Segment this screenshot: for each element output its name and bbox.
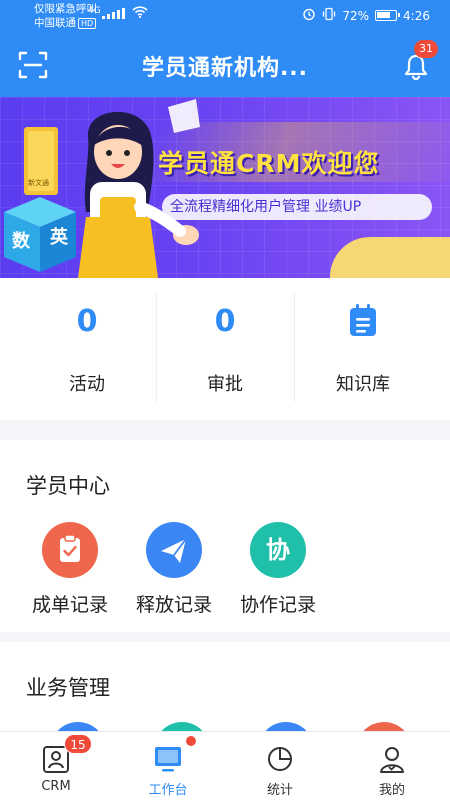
tab-mine[interactable]: 我的: [336, 732, 448, 800]
deal-records-button[interactable]: 成单记录: [18, 522, 122, 617]
collab-records-button[interactable]: 协 协作记录: [226, 522, 330, 617]
tab-statistics-label: 统计: [266, 783, 293, 798]
clock: 4:26: [403, 8, 430, 23]
bottom-tab-bar: 15 CRM 工作台 统计 我的: [0, 731, 450, 800]
approvals-label: 审批: [207, 374, 243, 395]
stat-approvals[interactable]: 0 审批: [150, 278, 300, 420]
tab-statistics[interactable]: 统计: [224, 732, 336, 800]
user-icon: [380, 747, 404, 773]
hd-badge: HD: [78, 18, 97, 29]
collab-records-label: 协作记录: [239, 594, 316, 616]
signal-icon: [102, 7, 128, 19]
release-records-label: 释放记录: [135, 594, 212, 616]
stats-row: 0 活动 0 审批 知识库: [0, 278, 450, 420]
scan-icon[interactable]: [18, 50, 48, 80]
document-list-icon: [350, 304, 376, 336]
activities-count: 0: [76, 304, 98, 339]
battery-percent: 72%: [342, 8, 370, 23]
vibrate-icon: [322, 7, 336, 24]
crm-badge: 15: [64, 734, 92, 754]
pie-chart-icon: [268, 747, 292, 771]
notification-badge: 31: [414, 40, 438, 58]
approvals-count: 0: [214, 304, 236, 339]
status-bar: 仅限紧急呼叫 中国联通 HD 4G 72% 4:26: [0, 0, 450, 34]
stat-activities[interactable]: 0 活动: [12, 278, 162, 420]
top-header: 仅限紧急呼叫 中国联通 HD 4G 72% 4:26 学员通新机构... 31: [0, 0, 450, 97]
business-section: 业务管理: [0, 642, 450, 732]
business-title: 业务管理: [26, 676, 110, 700]
book-label: 新文通: [28, 178, 49, 187]
alarm-icon: [302, 7, 316, 24]
carrier-name: 中国联通: [34, 17, 76, 29]
knowledge-base-label: 知识库: [336, 374, 390, 395]
page-title[interactable]: 学员通新机构...: [60, 50, 390, 82]
tab-workbench-label: 工作台: [148, 783, 188, 798]
workbench-dot: [186, 736, 196, 746]
tab-crm[interactable]: 15 CRM: [0, 732, 112, 800]
tab-mine-label: 我的: [378, 783, 405, 798]
banner-illustration: 数 英 新文通: [4, 99, 200, 278]
cube-char-1: 数: [12, 230, 31, 252]
student-center-section: 学员中心 成单记录 释放记录 协 协作记录: [0, 440, 450, 632]
cube-char-2: 英: [49, 226, 69, 248]
clipboard-check-icon: [42, 522, 98, 578]
banner-subtitle: 全流程精细化用户管理 业绩UP: [162, 194, 432, 220]
welcome-banner[interactable]: 数 英 新文通 学员通CRM欢迎您 全流程精细化用户管理 业绩UP: [0, 97, 450, 278]
activities-label: 活动: [69, 374, 105, 395]
tab-crm-label: CRM: [41, 779, 71, 794]
battery-icon: [375, 10, 401, 21]
paper-plane-icon: [146, 522, 202, 578]
monitor-icon: [155, 747, 181, 772]
tab-workbench[interactable]: 工作台: [112, 732, 224, 800]
deal-records-label: 成单记录: [31, 594, 108, 616]
wifi-icon: [132, 6, 148, 21]
network-type: 4G: [88, 6, 101, 16]
release-records-button[interactable]: 释放记录: [122, 522, 226, 617]
banner-title: 学员通CRM欢迎您: [158, 149, 380, 178]
collab-icon: 协: [250, 522, 306, 578]
student-center-title: 学员中心: [26, 474, 110, 498]
stat-knowledge-base[interactable]: 知识库: [288, 278, 438, 420]
